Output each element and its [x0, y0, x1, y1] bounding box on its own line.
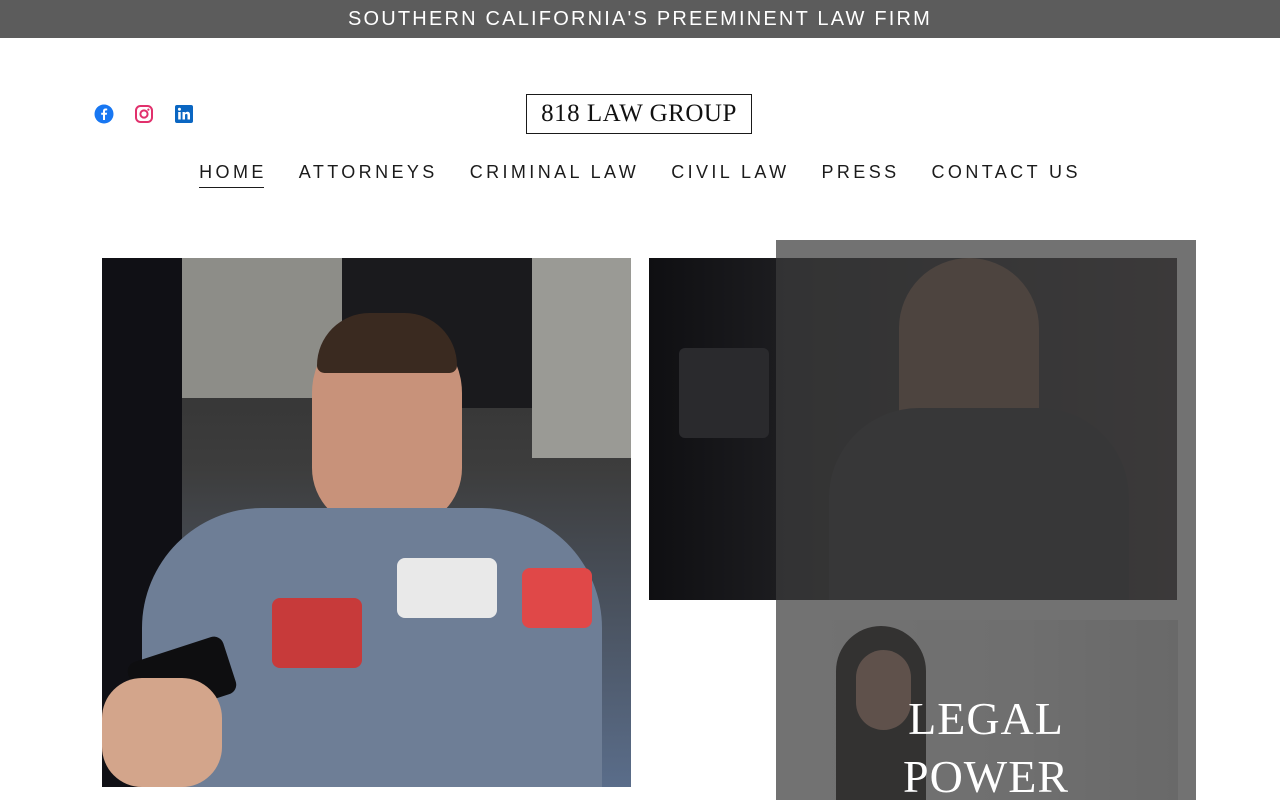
nav-item-press[interactable]: PRESS [805, 160, 915, 190]
nav-item-label: ATTORNEYS [298, 162, 438, 182]
nav-item-criminal-law[interactable]: CRIMINAL LAW [454, 160, 655, 190]
main-nav: HOME ATTORNEYS CRIMINAL LAW CIVIL LAW PR… [0, 160, 1280, 190]
top-banner: SOUTHERN CALIFORNIA'S PREEMINENT LAW FIR… [0, 0, 1280, 38]
linkedin-link[interactable] [174, 104, 194, 124]
nav-item-label: CIVIL LAW [671, 162, 790, 182]
nav-item-contact-us[interactable]: CONTACT US [916, 160, 1097, 190]
facebook-link[interactable] [94, 104, 114, 124]
press-conference-photo [102, 258, 631, 787]
linkedin-icon [175, 105, 193, 123]
hero-title-line-2: POWER [903, 751, 1069, 802]
logo-text: 818 LAW GROUP [541, 100, 737, 127]
social-links [94, 104, 194, 124]
nav-item-label: CRIMINAL LAW [469, 162, 640, 182]
nav-item-attorneys[interactable]: ATTORNEYS [283, 160, 454, 190]
nav-item-home[interactable]: HOME [183, 160, 283, 190]
instagram-icon [135, 105, 153, 123]
hero-title: LEGAL POWER [776, 690, 1196, 806]
nav-item-civil-law[interactable]: CIVIL LAW [655, 160, 805, 190]
nav-item-label: CONTACT US [931, 162, 1081, 182]
site-logo[interactable]: 818 LAW GROUP [526, 94, 752, 134]
nav-item-label: HOME [199, 162, 267, 182]
hero-title-line-1: LEGAL [908, 693, 1064, 744]
instagram-link[interactable] [134, 104, 154, 124]
nav-item-label: PRESS [821, 162, 900, 182]
facebook-icon [94, 104, 114, 124]
banner-text: SOUTHERN CALIFORNIA'S PREEMINENT LAW FIR… [347, 7, 933, 30]
